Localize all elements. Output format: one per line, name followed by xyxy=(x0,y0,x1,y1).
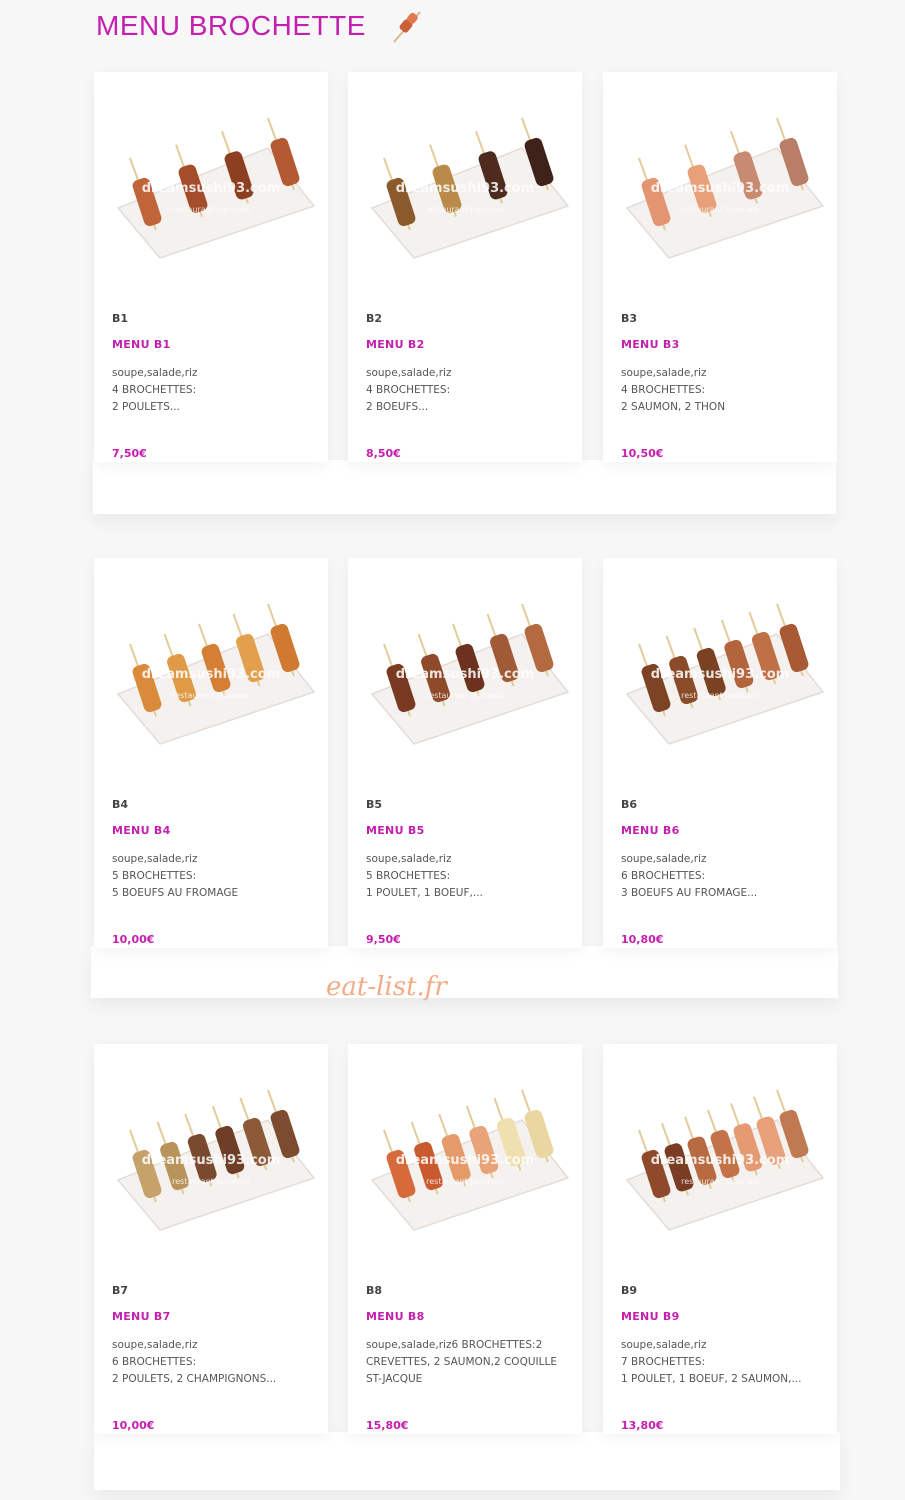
menu-description: soupe,salade,riz 4 BROCHETTES: 2 POULETS… xyxy=(112,367,198,413)
row-footer-3 xyxy=(94,1432,840,1490)
menu-code: B1 xyxy=(112,312,129,325)
menu-photo: dreamsushi93.com restaurant japonais xyxy=(100,574,322,774)
menu-name[interactable]: MENU B1 xyxy=(112,338,171,351)
menu-description: soupe,salade,riz 5 BROCHETTES: 1 POULET,… xyxy=(366,853,483,899)
photo-watermark-sub: restaurant japonais xyxy=(172,205,250,214)
food-illustration: dreamsushi93.com restaurant japonais xyxy=(625,117,825,259)
menu-card[interactable]: dreamsushi93.com restaurant japonais B7 M… xyxy=(94,1044,328,1434)
menu-name[interactable]: MENU B8 xyxy=(366,1310,425,1323)
menu-photo: dreamsushi93.com restaurant japonais xyxy=(609,88,831,288)
menu-price: 9,50€ xyxy=(366,933,401,946)
photo-watermark-sub: restaurant japonais xyxy=(172,691,250,700)
food-illustration: dreamsushi93.com restaurant japonais xyxy=(625,603,825,745)
menu-photo: dreamsushi93.com restaurant japonais xyxy=(354,574,576,774)
menu-price: 10,80€ xyxy=(621,933,664,946)
page-title: MENU BROCHETTE xyxy=(96,10,366,41)
menu-card[interactable]: dreamsushi93.com restaurant japonais B5 M… xyxy=(348,558,582,948)
site-watermark: eat-list.fr xyxy=(326,972,447,1002)
food-illustration: dreamsushi93.com restaurant japonais xyxy=(370,117,570,259)
menu-description: soupe,salade,riz 4 BROCHETTES: 2 SAUMON,… xyxy=(621,367,726,413)
menu-price: 13,80€ xyxy=(621,1419,664,1432)
food-illustration: dreamsushi93.com restaurant japonais xyxy=(116,1089,316,1231)
menu-price: 8,50€ xyxy=(366,447,401,460)
photo-watermark-sub: restaurant japonais xyxy=(681,205,759,214)
row-footer-1 xyxy=(93,460,836,514)
photo-watermark-sub: restaurant japonais xyxy=(172,1177,250,1186)
menu-price: 15,80€ xyxy=(366,1419,409,1432)
food-illustration: dreamsushi93.com restaurant japonais xyxy=(116,117,316,259)
menu-code: B3 xyxy=(621,312,638,325)
photo-watermark: dreamsushi93.com xyxy=(651,181,790,196)
photo-watermark-sub: restaurant japonais xyxy=(426,205,504,214)
food-illustration: dreamsushi93.com restaurant japonais xyxy=(370,1089,570,1231)
photo-watermark: dreamsushi93.com xyxy=(142,1153,281,1168)
menu-photo: dreamsushi93.com restaurant japonais xyxy=(609,574,831,774)
menu-code: B9 xyxy=(621,1284,638,1297)
menu-description: soupe,salade,riz 7 BROCHETTES: 1 POULET,… xyxy=(621,1339,802,1385)
photo-watermark: dreamsushi93.com xyxy=(651,1153,790,1168)
photo-watermark: dreamsushi93.com xyxy=(396,667,535,682)
photo-watermark: dreamsushi93.com xyxy=(142,181,281,196)
menu-photo: dreamsushi93.com restaurant japonais xyxy=(354,1060,576,1260)
photo-watermark-sub: restaurant japonais xyxy=(426,691,504,700)
menu-card[interactable]: dreamsushi93.com restaurant japonais B1 M… xyxy=(94,72,328,462)
food-illustration: dreamsushi93.com restaurant japonais xyxy=(116,603,316,745)
photo-watermark: dreamsushi93.com xyxy=(396,181,535,196)
photo-watermark: dreamsushi93.com xyxy=(651,667,790,682)
photo-watermark-sub: restaurant japonais xyxy=(426,1177,504,1186)
menu-name[interactable]: MENU B2 xyxy=(366,338,425,351)
menu-description: soupe,salade,riz 6 BROCHETTES: 2 POULETS… xyxy=(112,1339,277,1385)
menu-card[interactable]: dreamsushi93.com restaurant japonais B9 M… xyxy=(603,1044,837,1434)
menu-price: 7,50€ xyxy=(112,447,147,460)
menu-price: 10,00€ xyxy=(112,1419,155,1432)
menu-code: B5 xyxy=(366,798,383,811)
menu-description: soupe,salade,riz 6 BROCHETTES: 3 BOEUFS … xyxy=(621,853,758,899)
menu-code: B6 xyxy=(621,798,638,811)
menu-photo: dreamsushi93.com restaurant japonais xyxy=(354,88,576,288)
menu-code: B2 xyxy=(366,312,383,325)
menu-photo: dreamsushi93.com restaurant japonais xyxy=(609,1060,831,1260)
photo-watermark: dreamsushi93.com xyxy=(142,667,281,682)
menu-card[interactable]: dreamsushi93.com restaurant japonais B3 M… xyxy=(603,72,837,462)
menu-photo: dreamsushi93.com restaurant japonais xyxy=(100,1060,322,1260)
menu-photo: dreamsushi93.com restaurant japonais xyxy=(100,88,322,288)
menu-description: soupe,salade,riz 4 BROCHETTES: 2 BOEUFS.… xyxy=(366,367,452,413)
menu-card[interactable]: dreamsushi93.com restaurant japonais B8 M… xyxy=(348,1044,582,1434)
menu-code: B8 xyxy=(366,1284,383,1297)
page-header: MENU BROCHETTE xyxy=(96,8,426,44)
photo-watermark-sub: restaurant japonais xyxy=(681,691,759,700)
menu-description: soupe,salade,riz6 BROCHETTES:2 CREVETTES… xyxy=(366,1339,557,1385)
menu-card[interactable]: dreamsushi93.com restaurant japonais B4 M… xyxy=(94,558,328,948)
photo-watermark-sub: restaurant japonais xyxy=(681,1177,759,1186)
food-illustration: dreamsushi93.com restaurant japonais xyxy=(625,1089,825,1231)
menu-name[interactable]: MENU B5 xyxy=(366,824,425,837)
menu-name[interactable]: MENU B6 xyxy=(621,824,680,837)
menu-description: soupe,salade,riz 5 BROCHETTES: 5 BOEUFS … xyxy=(112,853,239,899)
menu-name[interactable]: MENU B4 xyxy=(112,824,171,837)
menu-name[interactable]: MENU B7 xyxy=(112,1310,171,1323)
menu-code: B4 xyxy=(112,798,129,811)
photo-watermark: dreamsushi93.com xyxy=(396,1153,535,1168)
menu-price: 10,50€ xyxy=(621,447,664,460)
menu-card[interactable]: dreamsushi93.com restaurant japonais B2 M… xyxy=(348,72,582,462)
skewer-icon xyxy=(390,8,426,44)
menu-name[interactable]: MENU B3 xyxy=(621,338,680,351)
menu-name[interactable]: MENU B9 xyxy=(621,1310,680,1323)
food-illustration: dreamsushi93.com restaurant japonais xyxy=(370,603,570,745)
menu-code: B7 xyxy=(112,1284,129,1297)
menu-card[interactable]: dreamsushi93.com restaurant japonais B6 M… xyxy=(603,558,837,948)
menu-price: 10,00€ xyxy=(112,933,155,946)
row-footer-2 xyxy=(91,946,838,998)
